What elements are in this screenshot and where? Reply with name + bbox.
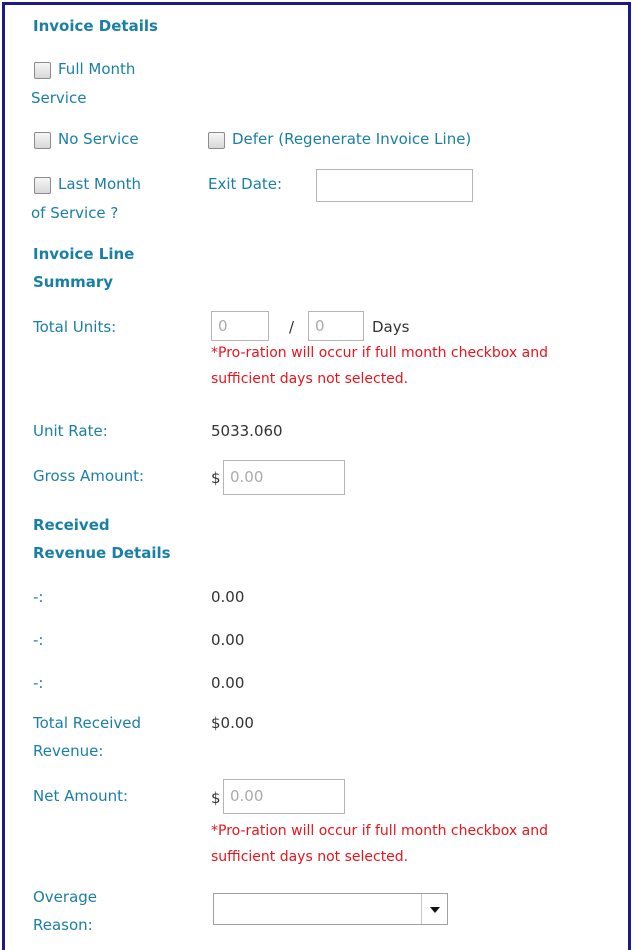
invoice-line-summary-heading-cont: Summary [33,273,114,291]
total-received-label-cont: Revenue: [33,742,104,760]
total-received-label: Total Received [33,714,142,732]
full-month-checkbox[interactable] [34,62,51,79]
net-proration-warning-cont: sufficient days not selected. [211,849,409,865]
last-month-checkbox[interactable] [34,177,51,194]
received-revenue-heading-cont: Revenue Details [33,544,171,562]
total-units-label: Total Units: [33,318,117,336]
exit-date-label: Exit Date: [208,175,283,193]
defer-label: Defer (Regenerate Invoice Line) [232,130,472,148]
no-service-checkbox[interactable] [34,132,51,149]
net-proration-warning: *Pro-ration will occur if full month che… [211,823,549,839]
invoice-details-heading: Invoice Details [33,17,158,35]
revenue-row-label: -: [33,674,44,692]
unit-rate-value: 5033.060 [211,422,283,440]
total-days-input[interactable]: 0 [308,311,364,341]
no-service-label: No Service [58,130,139,148]
days-label: Days [372,318,410,336]
received-revenue-heading: Received [33,516,110,534]
proration-warning-cont: sufficient days not selected. [211,371,409,387]
full-month-label-cont: Service [31,89,87,107]
revenue-row-value: 0.00 [211,631,245,649]
net-amount-input[interactable]: 0.00 [223,779,345,814]
last-month-label-cont: of Service ? [31,204,119,222]
overage-reason-label-cont: Reason: [33,916,93,934]
exit-date-input[interactable] [316,169,473,202]
net-currency-symbol: $ [211,789,221,807]
revenue-row-value: 0.00 [211,674,245,692]
overage-reason-label: Overage [33,888,98,906]
invoice-line-summary-heading: Invoice Line [33,245,135,263]
full-month-label: Full Month [58,60,136,78]
revenue-row-label: -: [33,588,44,606]
gross-amount-input[interactable]: 0.00 [223,460,345,495]
gross-amount-label: Gross Amount: [33,467,145,485]
units-separator: / [289,318,295,336]
defer-checkbox[interactable] [208,132,225,149]
gross-currency-symbol: $ [211,469,221,487]
invoice-panel: Invoice Details Full Month Service No Se… [2,2,631,950]
revenue-row-label: -: [33,631,44,649]
overage-reason-select[interactable] [213,893,448,925]
revenue-row-value: 0.00 [211,588,245,606]
total-units-input[interactable]: 0 [211,311,269,341]
last-month-label: Last Month [58,175,142,193]
proration-warning: *Pro-ration will occur if full month che… [211,345,549,361]
chevron-down-icon[interactable] [421,894,447,924]
total-received-value: $0.00 [211,714,254,732]
unit-rate-label: Unit Rate: [33,422,108,440]
net-amount-label: Net Amount: [33,787,129,805]
